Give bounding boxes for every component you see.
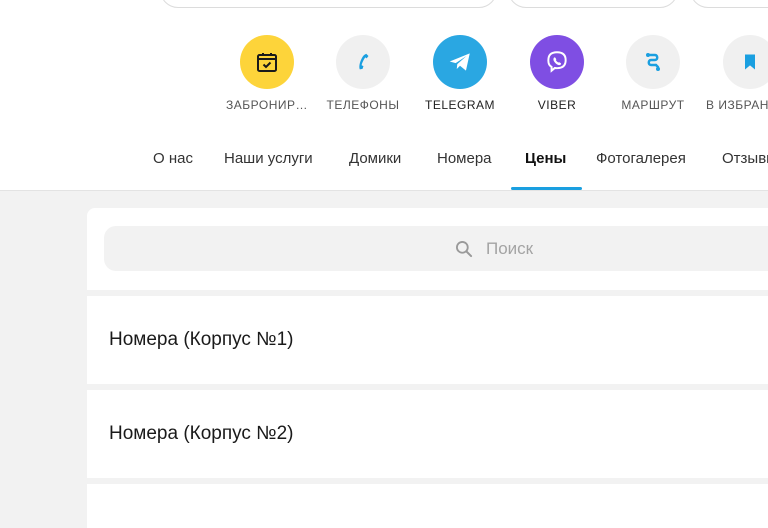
tab-cottages[interactable]: Домики (349, 150, 401, 190)
divider (87, 478, 768, 484)
tab-gallery[interactable]: Фотогалерея (596, 150, 686, 190)
action-favorite-label: В ИЗБРАННОЕ (706, 98, 768, 112)
top-field-2[interactable] (508, 0, 678, 8)
price-list-card: Номера (Корпус №1) Номера (Корпус №2) (87, 208, 768, 528)
list-item[interactable]: Номера (Корпус №2) (87, 390, 768, 478)
bookmark-icon (723, 35, 768, 89)
tab-reviews[interactable]: Отзывы (722, 150, 768, 190)
search-input[interactable] (484, 237, 688, 260)
phone-icon (336, 35, 390, 89)
action-book-label: ЗАБРОНИР… (226, 98, 308, 112)
viber-icon (530, 35, 584, 89)
action-favorite-button[interactable]: В ИЗБРАННОЕ (695, 35, 768, 112)
top-field-1[interactable] (160, 0, 497, 8)
action-phones-label: ТЕЛЕФОНЫ (326, 98, 400, 112)
list-item[interactable]: Номера (Корпус №1) (87, 296, 768, 384)
top-field-3[interactable] (690, 0, 768, 8)
tab-bar: О нас Наши услуги Домики Номера Цены Фот… (0, 150, 768, 190)
action-route-button[interactable]: МАРШРУТ (598, 35, 708, 112)
action-phones-button[interactable]: ТЕЛЕФОНЫ (308, 35, 418, 112)
header: ЗАБРОНИР… ТЕЛЕФОНЫ TELEGRAM VIBER МАРШРУ… (0, 0, 768, 191)
search-bar[interactable] (104, 226, 768, 271)
route-icon (626, 35, 680, 89)
list-item-label: Номера (Корпус №2) (109, 423, 294, 444)
calendar-check-icon (240, 35, 294, 89)
tab-services[interactable]: Наши услуги (224, 150, 313, 190)
action-route-label: МАРШРУТ (621, 98, 685, 112)
action-telegram-label: TELEGRAM (424, 98, 495, 112)
list-item-label: Номера (Корпус №1) (109, 329, 294, 350)
search-inner (454, 226, 688, 271)
search-icon (454, 239, 474, 259)
action-telegram-button[interactable]: TELEGRAM (405, 35, 515, 112)
action-viber-button[interactable]: VIBER (502, 35, 612, 112)
action-viber-label: VIBER (537, 98, 577, 112)
tab-rooms[interactable]: Номера (437, 150, 492, 190)
tab-about[interactable]: О нас (153, 150, 193, 190)
telegram-icon (433, 35, 487, 89)
action-book-button[interactable]: ЗАБРОНИР… (212, 35, 322, 112)
tab-prices[interactable]: Цены (525, 150, 566, 190)
active-tab-indicator (511, 187, 582, 190)
